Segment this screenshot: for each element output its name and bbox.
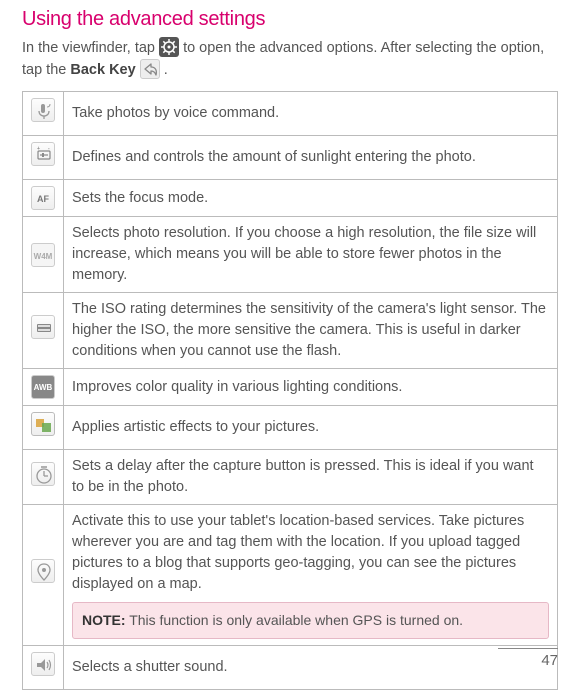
setting-desc: Activate this to use your tablet's locat… [64, 505, 558, 645]
intro-text: In the viewfinder, tap to open the advan… [22, 37, 558, 81]
setting-desc: Improves color quality in various lighti… [64, 369, 558, 406]
timer-icon [31, 462, 55, 486]
voice-icon [31, 98, 55, 122]
setting-desc: Selects photo resolution. If you choose … [64, 217, 558, 293]
intro-part-1: In the viewfinder, tap [22, 40, 159, 56]
table-row: +- Defines and controls the amount of su… [23, 136, 558, 180]
shutter-sound-icon [31, 652, 55, 676]
geotag-icon [31, 559, 55, 583]
svg-text:+: + [37, 146, 40, 152]
table-row: Selects a shutter sound. [23, 645, 558, 689]
table-row: Applies artistic effects to your picture… [23, 406, 558, 450]
setting-desc: Take photos by voice command. [64, 92, 558, 136]
setting-desc: Selects a shutter sound. [64, 645, 558, 689]
geotag-desc-text: Activate this to use your tablet's locat… [72, 513, 524, 592]
iso-icon [31, 315, 55, 339]
icon-label: AWB [34, 383, 53, 392]
note-text: This function is only available when GPS… [126, 612, 463, 628]
table-row: Take photos by voice command. [23, 92, 558, 136]
note-box: NOTE: This function is only available wh… [72, 602, 549, 638]
back-key-label: Back Key [70, 62, 135, 78]
setting-desc: Defines and controls the amount of sunli… [64, 136, 558, 180]
gear-icon [159, 37, 179, 57]
settings-table: Take photos by voice command. +- Defines… [22, 91, 558, 690]
page-number-area: 47 [498, 648, 558, 669]
icon-label: AF [37, 194, 49, 204]
awb-icon: AWB [31, 375, 55, 399]
brightness-icon: +- [31, 142, 55, 166]
table-row: AWB Improves color quality in various li… [23, 369, 558, 406]
setting-desc: Sets the focus mode. [64, 180, 558, 217]
note-label: NOTE: [82, 612, 126, 628]
setting-desc: Sets a delay after the capture button is… [64, 450, 558, 505]
page-number: 47 [498, 652, 558, 669]
page-title: Using the advanced settings [22, 8, 558, 31]
table-row: AF Sets the focus mode. [23, 180, 558, 217]
setting-desc: Applies artistic effects to your picture… [64, 406, 558, 450]
setting-desc: The ISO rating determines the sensitivit… [64, 293, 558, 369]
table-row: Activate this to use your tablet's locat… [23, 505, 558, 645]
table-row: The ISO rating determines the sensitivit… [23, 293, 558, 369]
intro-part-3: . [164, 62, 168, 78]
table-row: Sets a delay after the capture button is… [23, 450, 558, 505]
effects-icon [31, 412, 55, 436]
back-key-icon [140, 59, 160, 79]
table-row: W4M Selects photo resolution. If you cho… [23, 217, 558, 293]
focus-icon: AF [31, 186, 55, 210]
resolution-icon: W4M [31, 243, 55, 267]
icon-label: W4M [34, 252, 53, 261]
